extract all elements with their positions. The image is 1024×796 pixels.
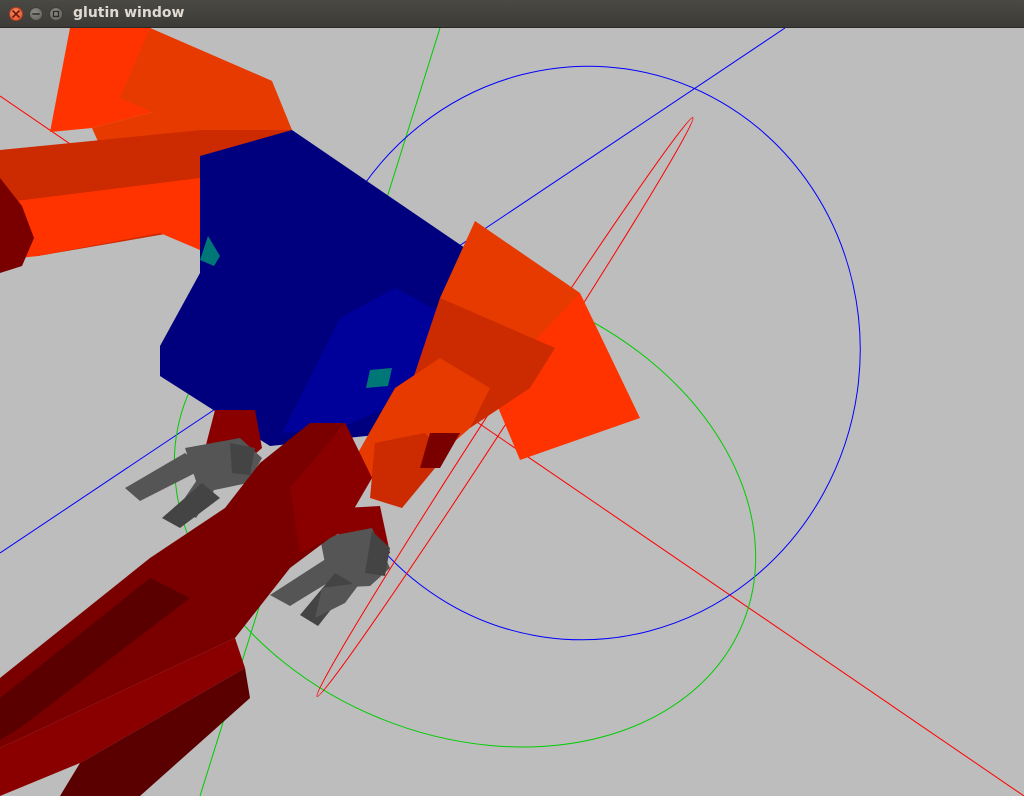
maximize-icon [52,10,60,18]
minimize-icon [32,13,40,15]
maximize-button[interactable] [49,7,63,21]
scene-canvas[interactable] [0,28,1024,796]
close-button[interactable] [9,7,23,21]
minimize-button[interactable] [29,7,43,21]
application-window: glutin window [0,0,1024,796]
close-icon [12,10,20,18]
title-bar[interactable]: glutin window [0,0,1024,28]
shoulder-joint-right [366,368,392,388]
render-viewport[interactable] [0,28,1024,796]
window-title: glutin window [73,5,185,21]
